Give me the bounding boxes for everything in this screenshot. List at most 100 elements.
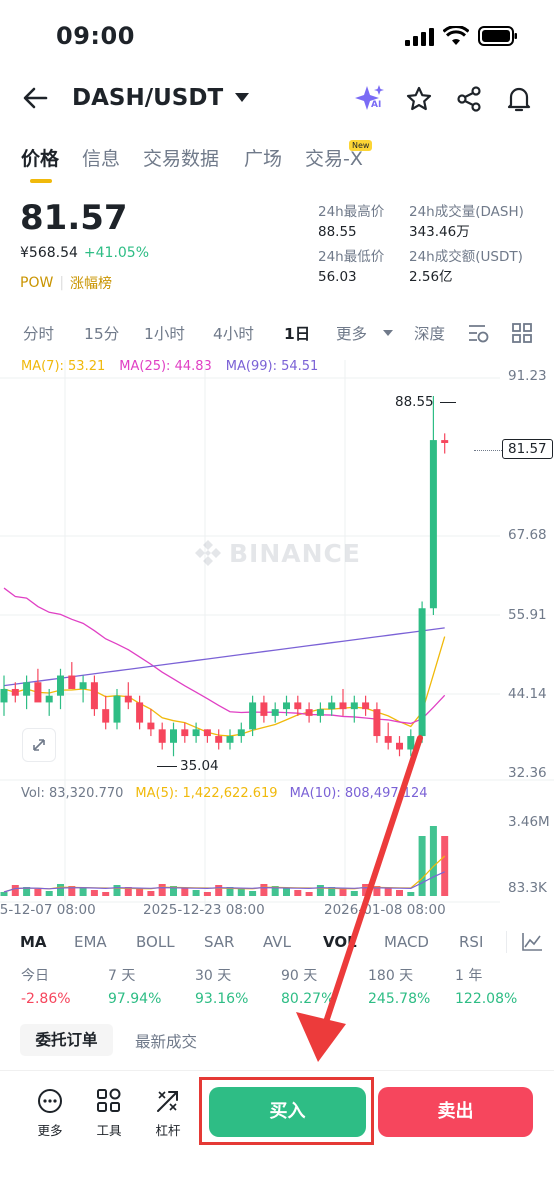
tag-gainers[interactable]: 涨幅榜 [70,273,112,293]
buy-button[interactable]: 买入 [209,1087,366,1137]
volume-bar [158,884,166,896]
volume-bar [147,891,155,896]
layout-grid-icon[interactable] [512,323,532,343]
price-axis-0: 91.23 [508,368,547,384]
candlestick-chart[interactable] [0,360,554,920]
chart-settings-icon[interactable] [468,323,490,343]
order-tab-open[interactable]: 委托订单 [20,1024,113,1056]
more-button[interactable]: 更多 [33,1088,67,1139]
candle-body [113,695,121,723]
candle-body [429,440,437,609]
ai-sparkle-icon[interactable]: AI [354,84,386,114]
order-tab-open-label: 委托订单 [35,1031,98,1049]
battery-icon [478,26,518,46]
candle-body [339,702,347,710]
candle-body [260,702,268,716]
interval-15m[interactable]: 15分 [84,322,119,344]
star-icon[interactable] [406,86,432,112]
candle-body [350,702,358,710]
candle-body [136,702,144,723]
candle-body [373,709,381,737]
perf-value: 97.94% [108,991,162,1007]
share-icon[interactable] [456,86,482,112]
candle-body [11,688,19,696]
volume-bar [362,884,370,896]
interval-timeline[interactable]: 分时 [23,322,54,344]
candle-body [418,608,426,737]
interval-1h[interactable]: 1小时 [144,322,185,344]
volume-bar [45,891,53,896]
pair-selector[interactable]: DASH/USDT [72,82,250,114]
indicator-vol[interactable]: VOL [323,933,357,951]
binance-logo-icon [195,540,221,566]
current-price-line [474,450,504,451]
tab-square[interactable]: 广场 [244,144,282,171]
leverage-button[interactable]: 杠杆 [151,1088,185,1139]
vol-label: Vol: 83,320.770 [21,786,124,801]
fullscreen-button[interactable] [22,728,56,762]
tab-bar: 价格 信息 交易数据 广场 交易-X New [0,140,554,184]
indicator-macd[interactable]: MACD [384,933,429,951]
perf-label: 30 天 [195,968,232,984]
volume-bar [260,884,268,896]
candle-body [328,702,336,710]
back-icon[interactable] [22,86,48,110]
indicator-rsi[interactable]: RSI [459,933,483,951]
candle-body [57,675,64,696]
last-price: 81.57 [20,198,128,238]
order-tab-trades[interactable]: 最新成交 [135,1030,197,1052]
amount-value: 2.56亿 [409,269,453,285]
indicator-settings-icon[interactable] [521,932,543,952]
volume-bar [384,888,392,896]
perf-7d: 7 天 97.94% [108,965,161,1007]
indicator-ema[interactable]: EMA [74,933,107,951]
performance-row: 今日 -2.86% 7 天 97.94% 30 天 93.16% 90 天 80… [0,965,554,1013]
candle-body [147,722,155,730]
tag-pow[interactable]: POW [20,275,53,291]
perf-label: 今日 [21,968,49,984]
volume-bar [350,891,358,896]
indicator-avl[interactable]: AVL [263,933,291,951]
candle-body [396,742,403,750]
candle-body [124,695,132,703]
perf-90d: 90 天 80.27% [281,965,334,1007]
candle-body [192,729,200,737]
tools-button[interactable]: 工具 [92,1088,126,1139]
volume-bar [0,892,8,896]
vol-ma10-label: MA(10): 808,497.124 [289,786,428,801]
interval-bar: 分时 15分 1小时 4小时 1日 更多 深度 [0,320,554,346]
candle-body [316,709,324,716]
candle-body [203,729,211,737]
candle-body [294,702,302,710]
tab-trading-data[interactable]: 交易数据 [143,144,219,171]
candle-body [226,736,234,743]
volume-bar [192,890,200,896]
indicator-boll[interactable]: BOLL [136,933,175,951]
indicator-bar: MA EMA BOLL SAR AVL VOL MACD RSI [0,931,554,955]
high-value: 88.55 [318,224,357,240]
bell-icon[interactable] [506,85,532,113]
volume-bar [215,885,223,896]
sell-button[interactable]: 卖出 [378,1087,533,1137]
perf-value: -2.86% [21,991,71,1007]
candle-body [249,702,257,730]
perf-label: 90 天 [281,968,318,984]
candle-body [181,729,189,737]
tools-label: 工具 [96,1123,122,1138]
watermark-text: BINANCE [229,538,361,568]
volume-bar [396,890,403,896]
volume-bar [237,889,245,896]
interval-more[interactable]: 更多 [336,322,367,344]
tab-price[interactable]: 价格 [21,144,59,171]
candle-body [170,729,177,743]
indicator-ma[interactable]: MA [20,933,47,951]
interval-1d[interactable]: 1日 [284,322,310,344]
indicator-sar[interactable]: SAR [204,933,234,951]
tab-info[interactable]: 信息 [82,144,120,171]
interval-4h[interactable]: 4小时 [213,322,254,344]
volume-bar [203,892,211,896]
candle-body [271,709,279,716]
chart-grid [0,360,554,910]
candle-body [362,702,370,710]
interval-depth[interactable]: 深度 [414,322,445,344]
